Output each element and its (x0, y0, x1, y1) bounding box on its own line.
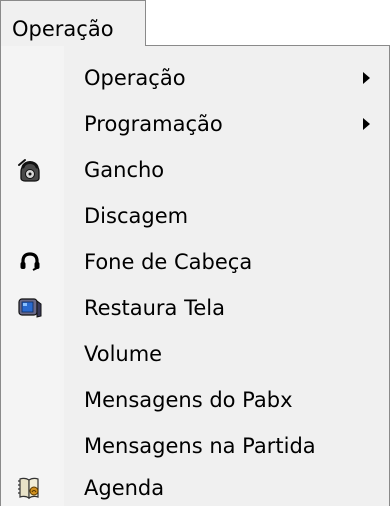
menu-item-volume[interactable]: Volume (1, 331, 389, 377)
address-book-icon (18, 477, 39, 500)
menu-item-label: Programação (84, 112, 223, 136)
menu-item-label: Restaura Tela (84, 296, 225, 320)
menu-item-label: Operação (84, 66, 186, 90)
menu-item-label: Mensagens do Pabx (84, 388, 293, 412)
headset-icon (20, 252, 40, 271)
menu-item-operacao[interactable]: Operação (1, 55, 389, 101)
menu-item-discagem[interactable]: Discagem (1, 193, 389, 239)
menu-item-fone-de-cabeca[interactable]: Fone de Cabeça (1, 239, 389, 285)
menu-item-gancho[interactable]: Gancho (1, 147, 389, 193)
monitor-icon (18, 298, 42, 318)
operacao-dropdown-menu: Operação Programação Gancho Discagem Fon… (0, 45, 390, 506)
submenu-arrow-icon (363, 118, 370, 130)
menu-item-label: Fone de Cabeça (84, 250, 253, 274)
menu-item-label: Volume (84, 342, 163, 366)
menu-item-label: Mensagens na Partida (84, 434, 316, 458)
menu-operacao[interactable]: Operação (0, 0, 146, 46)
menu-item-restaura-tela[interactable]: Restaura Tela (1, 285, 389, 331)
telephone-icon (18, 159, 40, 182)
submenu-arrow-icon (363, 72, 370, 84)
menu-item-label: Agenda (84, 476, 165, 500)
menu-item-label: Gancho (84, 158, 165, 182)
menu-operacao-label: Operação (12, 17, 114, 41)
menu-item-mensagens-na-partida[interactable]: Mensagens na Partida (1, 423, 389, 469)
menu-item-mensagens-do-pabx[interactable]: Mensagens do Pabx (1, 377, 389, 423)
menu-screen: Operação Operação Programação Gancho Dis… (0, 0, 390, 506)
menu-item-programacao[interactable]: Programação (1, 101, 389, 147)
menu-item-agenda[interactable]: Agenda (1, 465, 389, 506)
menu-item-label: Discagem (84, 204, 189, 228)
